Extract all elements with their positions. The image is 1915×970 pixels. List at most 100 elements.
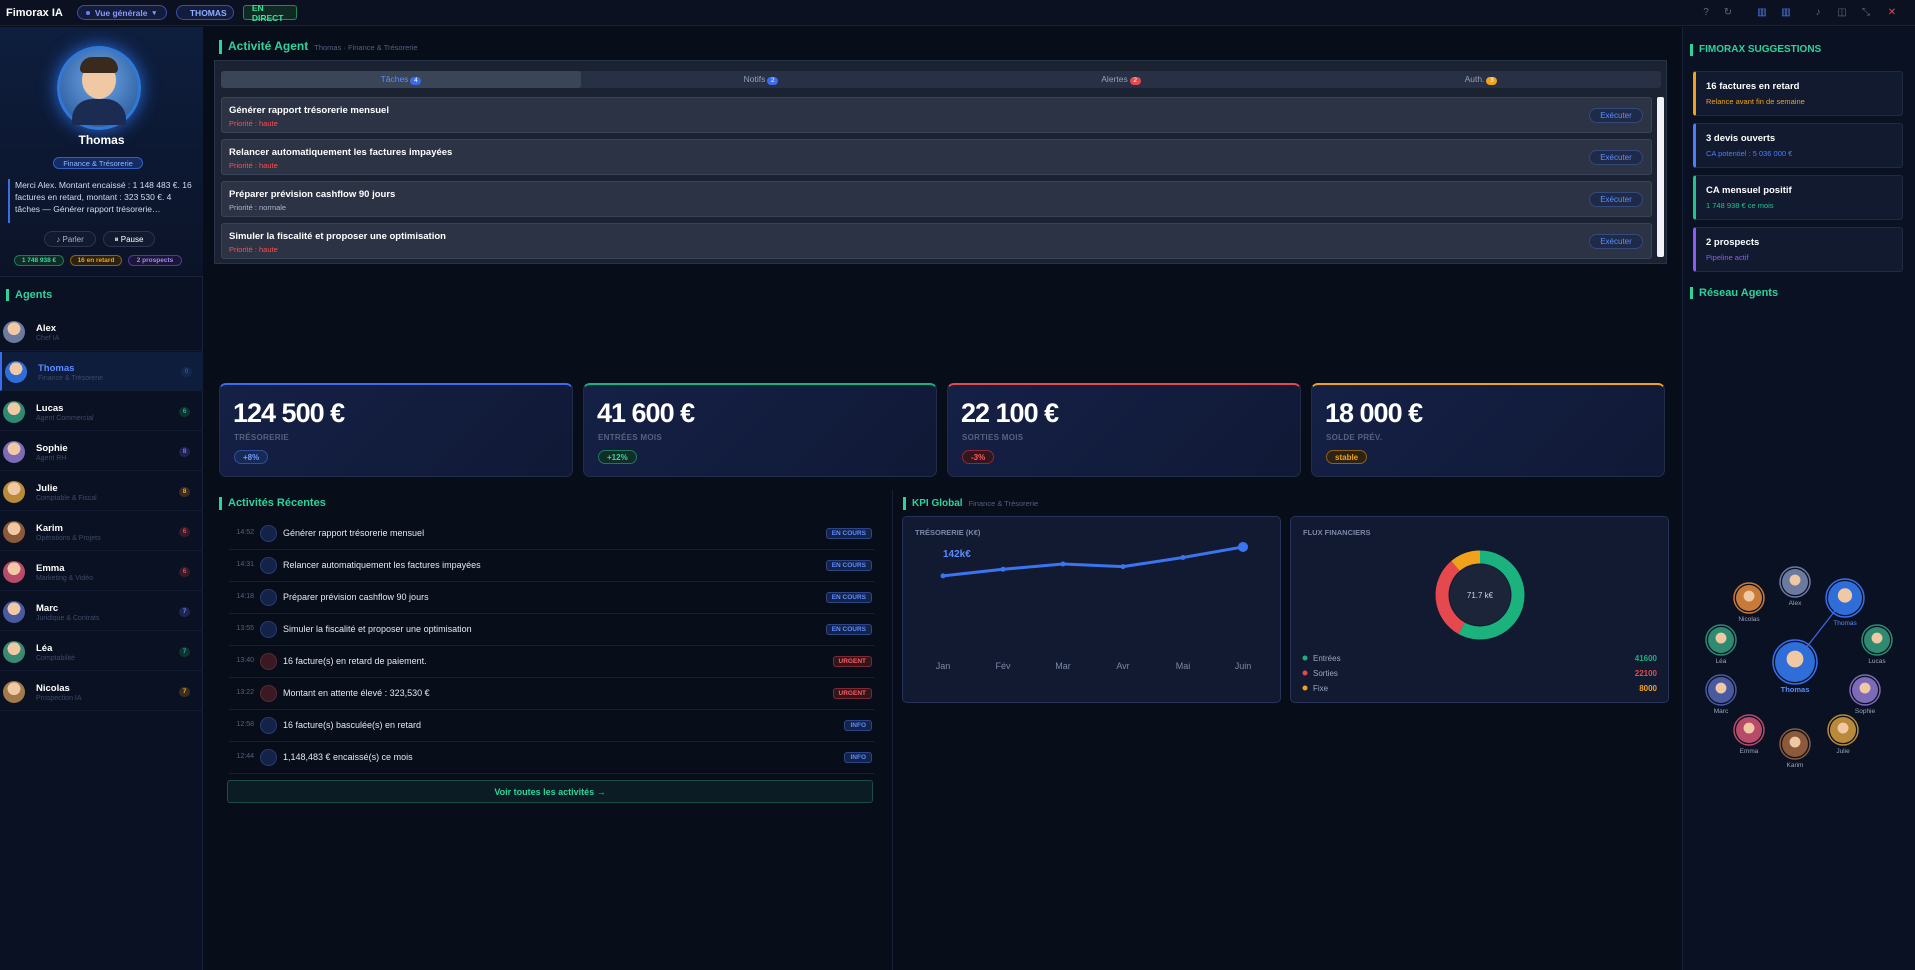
status-badge: EN COURS [825, 528, 872, 539]
suggestion-card[interactable]: 3 devis ouverts CA potentiel : 5 036 000 … [1693, 123, 1903, 168]
agent-item-julie[interactable]: Julie Comptable & Fiscal 8 [0, 472, 203, 511]
agent-role: Marketing & Vidéo [36, 575, 94, 582]
agent-network-graph: Nicolas Alex Thomas Léa Lucas Thomas Marc Sophi… [1705, 566, 1893, 769]
kpi-global-title: KPI Global Finance & Trésorerie [903, 497, 1038, 510]
status-badge: URGENT [832, 688, 872, 699]
right-panel-icon[interactable]: ▥ [1780, 7, 1792, 19]
activity-row[interactable]: 13:55 Simuler la fiscalité et proposer un… [229, 614, 874, 646]
live-badge: EN DIRECT [242, 3, 297, 23]
refresh-icon[interactable]: ↻ [1722, 7, 1734, 19]
activity-row[interactable]: 13:22 Montant en attente élevé : 323,530 … [229, 678, 874, 710]
pause-button[interactable]: ⏸ Pause [103, 231, 155, 247]
agent-role: Comptable & Fiscal [36, 495, 97, 502]
x-tick-label: Jan [936, 661, 951, 671]
line-chart-svg: Jan Fév Mar Avr Mai Juin 142k€ [936, 541, 1251, 671]
agent-role: Juridique & Contrats [36, 615, 100, 622]
agent-role-badge: Finance & Trésorerie [53, 157, 143, 169]
legend-dot [1302, 685, 1308, 691]
help-icon[interactable]: ? [1700, 7, 1712, 19]
agent-item-thomas[interactable]: Thomas Finance & Trésorerie 0 [0, 352, 203, 391]
view-selector[interactable]: Vue générale ▾ [76, 5, 167, 20]
execute-button[interactable]: Exécuter [1589, 234, 1643, 249]
legend-value: 22100 [1635, 669, 1658, 678]
expand-icon[interactable]: ⤡ [1860, 7, 1872, 19]
right-panel: FIMORAX SUGGESTIONS 16 factures en retar… [1682, 27, 1915, 970]
agent-count-badge: 7 [179, 687, 190, 697]
network-node-label: Léa [1716, 658, 1727, 665]
legend-value: 41600 [1635, 654, 1658, 663]
current-agent-pill[interactable]: THOMAS [175, 5, 234, 20]
x-tick-label: Fév [995, 661, 1011, 671]
activity-status-icon [260, 717, 277, 734]
execute-button[interactable]: Exécuter [1589, 150, 1643, 165]
avatar [3, 601, 25, 623]
avatar [3, 681, 25, 703]
network-node-label: Alex [1789, 600, 1802, 607]
agent-item-alex[interactable]: Alex Chef IA [0, 312, 203, 351]
donut-slice-fixe [1451, 550, 1481, 572]
legend-label: Entrées [1313, 654, 1341, 663]
task-scrollbar[interactable] [1657, 97, 1664, 257]
financial-flows-chart: FLUX FINANCIERS 71.7 k€ Entrées 41600 Sorti… [1290, 516, 1669, 703]
agent-name: Thomas [38, 363, 75, 374]
activity-status-icon [260, 621, 277, 638]
legend-value: 8000 [1639, 684, 1657, 693]
activity-row[interactable]: 14:31 Relancer automatiquement les factur… [229, 550, 874, 582]
execute-button[interactable]: Exécuter [1589, 108, 1643, 123]
suggestion-card[interactable]: 16 factures en retard Relance avant fin d… [1693, 71, 1903, 116]
tab-notifs[interactable]: Notifs 2 [581, 71, 941, 88]
agent-item-lucas[interactable]: Lucas Agent Commercial 6 [0, 392, 203, 431]
agent-item-karim[interactable]: Karim Opérations & Projets 6 [0, 512, 203, 551]
split-view-icon[interactable]: ◫ [1836, 7, 1848, 19]
recent-activities-title: Activités Récentes [219, 497, 326, 510]
tab-alerts[interactable]: Alertes 2 [941, 71, 1301, 88]
avatar [3, 481, 25, 503]
line-point [1120, 564, 1126, 570]
microphone-icon[interactable]: ♪ [1812, 7, 1824, 19]
agent-item-emma[interactable]: Emma Marketing & Vidéo 6 [0, 552, 203, 591]
activity-status-icon [260, 589, 277, 606]
line-point [940, 573, 946, 579]
agent-role: Prospection IA [36, 695, 82, 702]
agent-message: Merci Alex. Montant encaissé : 1 148 483… [8, 179, 194, 223]
suggestion-card[interactable]: CA mensuel positif 1 748 938 € ce mois [1693, 175, 1903, 220]
agent-item-sophie[interactable]: Sophie Agent RH 8 [0, 432, 203, 471]
agent-count-badge: 7 [179, 607, 190, 617]
agent-name: Alex [36, 323, 57, 334]
line-point [1060, 561, 1066, 567]
kpi-card-treasury: 124 500 € TRÉSORERIE +8% [219, 383, 573, 477]
activity-row[interactable]: 13:40 16 facture(s) en retard de paiement… [229, 646, 874, 678]
agent-item-nicolas[interactable]: Nicolas Prospection IA 7 [0, 672, 203, 711]
agent-item-marc[interactable]: Marc Juridique & Contrats 7 [0, 592, 203, 631]
activity-status-icon [260, 653, 277, 670]
network-node-label: Karim [1787, 762, 1804, 769]
left-panel-icon[interactable]: ▥ [1756, 7, 1768, 19]
status-badge: EN COURS [825, 592, 872, 603]
agent-count-badge: 8 [179, 447, 190, 457]
kpi-card-inflows: 41 600 € ENTRÉES MOIS +12% [583, 383, 937, 477]
activity-row[interactable]: 14:18 Préparer prévision cashflow 90 jour… [229, 582, 874, 614]
activity-row[interactable]: 12:44 1,148,483 € encaissé(s) ce mois INFO [229, 742, 874, 774]
agent-role: Agent Commercial [36, 415, 94, 422]
agent-role: Opérations & Projets [36, 535, 101, 542]
task-item: Générer rapport trésorerie mensuel Priori… [221, 97, 1652, 133]
tab-auth[interactable]: Auth. 3 [1301, 71, 1661, 88]
see-all-activities-link[interactable]: Voir toutes les activités → [227, 780, 873, 803]
tab-tasks[interactable]: Tâches 4 [221, 71, 581, 88]
network-node-label: Marc [1714, 708, 1729, 715]
execute-button[interactable]: Exécuter [1589, 192, 1643, 207]
legend-dot [1302, 670, 1308, 676]
suggestion-card[interactable]: 2 prospects Pipeline actif [1693, 227, 1903, 272]
network-node-label: Lucas [1868, 658, 1886, 665]
x-tick-label: Avr [1116, 661, 1129, 671]
agent-name: Sophie [36, 443, 68, 454]
agent-activity-panel: Tâches 4 Notifs 2 Alertes 2 Auth. 3 Générer … [214, 60, 1667, 264]
activity-row[interactable]: 12:58 16 facture(s) basculée(s) en retard… [229, 710, 874, 742]
activity-row[interactable]: 14:52 Générer rapport trésorerie mensuel E… [229, 518, 874, 550]
talk-button[interactable]: ♪ Parler [44, 231, 96, 247]
treasury-line [941, 545, 1245, 578]
agent-profile: Thomas Finance & Trésorerie Merci Alex. … [0, 27, 203, 277]
line-point [1238, 541, 1248, 552]
close-icon[interactable]: ✕ [1886, 7, 1898, 19]
agent-item-léa[interactable]: Léa Comptabilité 7 [0, 632, 203, 671]
